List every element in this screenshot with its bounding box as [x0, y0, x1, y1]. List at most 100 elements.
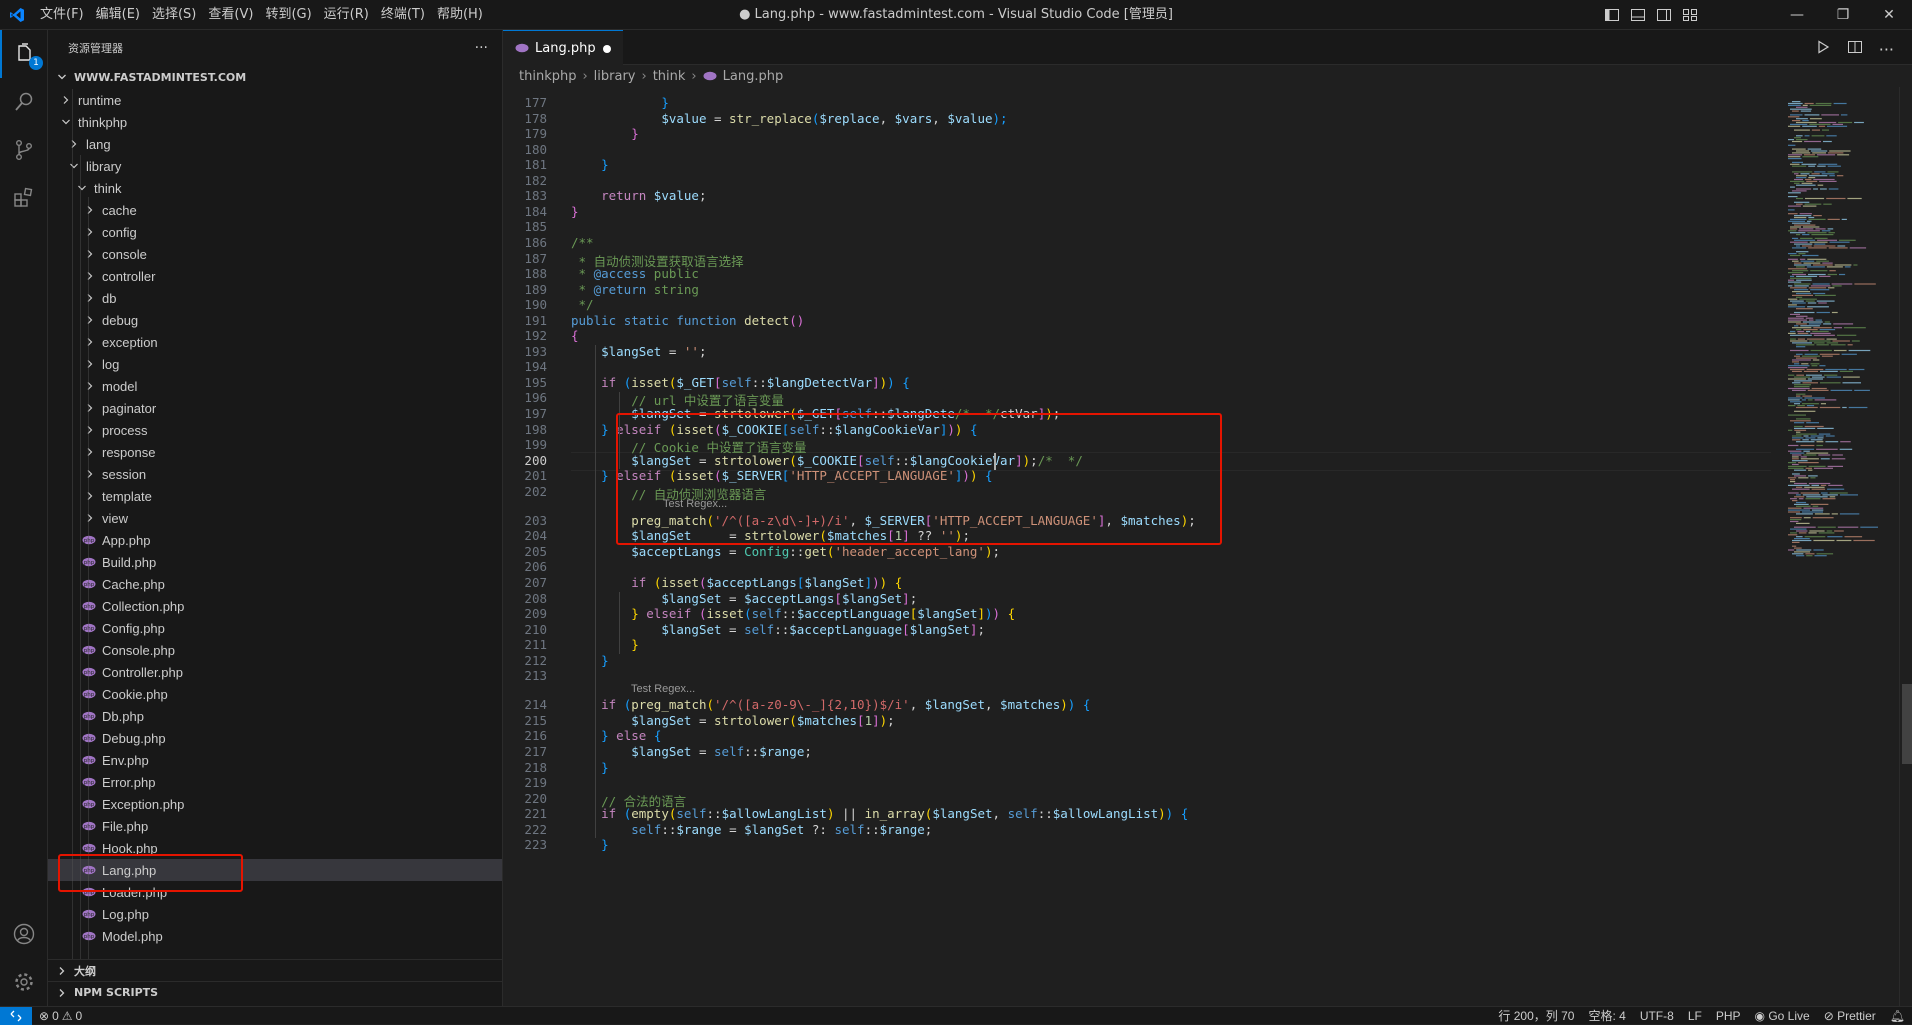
breadcrumb-item[interactable]: library [594, 69, 636, 84]
menu-item[interactable]: 文件(F) [34, 0, 90, 30]
tree-folder[interactable]: cache [48, 199, 502, 221]
go-live-button[interactable]: ◉ Go Live [1748, 1009, 1817, 1023]
menu-item[interactable]: 终端(T) [375, 0, 431, 30]
code-token: return [601, 188, 647, 204]
code-editor[interactable]: 177 } 178 $value = str_replace($replace, … [503, 87, 1773, 1007]
menu-item[interactable]: 帮助(H) [431, 0, 489, 30]
cursor-position[interactable]: 行 200，列 70 [1491, 1007, 1581, 1024]
tree-file[interactable]: php Log.php [48, 903, 502, 925]
scrollbar-thumb[interactable] [1902, 684, 1912, 764]
tree-folder[interactable]: controller [48, 265, 502, 287]
breadcrumb-item[interactable]: thinkphp [519, 69, 576, 84]
minimap[interactable] [1783, 87, 1893, 1007]
code-token: ) [1158, 806, 1166, 822]
tree-folder[interactable]: model [48, 375, 502, 397]
code-lens-test-regex[interactable]: Test Regex... [631, 683, 695, 695]
more-actions-icon[interactable]: ··· [475, 40, 488, 56]
line-number: 207 [524, 575, 547, 590]
tab-lang-php[interactable]: Lang.php [503, 30, 623, 65]
tree-folder[interactable]: db [48, 287, 502, 309]
encoding[interactable]: UTF-8 [1633, 1009, 1681, 1023]
tree-folder[interactable]: session [48, 463, 502, 485]
tree-file[interactable]: php App.php [48, 529, 502, 551]
indent-guide [88, 197, 89, 959]
run-icon[interactable] [1815, 39, 1831, 59]
tree-file[interactable]: php Config.php [48, 617, 502, 639]
vertical-scrollbar[interactable] [1899, 87, 1912, 1007]
tree-file[interactable]: php Controller.php [48, 661, 502, 683]
tree-folder[interactable]: exception [48, 331, 502, 353]
problems-indicator[interactable]: ⊗ 0 ⚠ 0 [32, 1009, 89, 1023]
tree-folder[interactable]: runtime [48, 89, 502, 111]
unsaved-dot-icon[interactable] [603, 45, 611, 53]
close-icon[interactable]: ✕ [1866, 0, 1912, 30]
extensions-icon[interactable] [0, 174, 48, 222]
tree-folder[interactable]: thinkphp [48, 111, 502, 133]
toggle-secondary-sidebar-icon[interactable] [1656, 7, 1672, 27]
split-editor-icon[interactable] [1847, 39, 1863, 59]
tree-file[interactable]: php Debug.php [48, 727, 502, 749]
workspace-root[interactable]: WWW.FASTADMINTEST.COM [48, 66, 502, 88]
explorer-files-icon[interactable]: 1 [0, 30, 48, 78]
menu-item[interactable]: 选择(S) [146, 0, 202, 30]
tree-folder[interactable]: template [48, 485, 502, 507]
tree-folder[interactable]: config [48, 221, 502, 243]
source-control-icon[interactable] [0, 126, 48, 174]
indentation[interactable]: 空格: 4 [1581, 1007, 1632, 1024]
prettier-button[interactable]: ⊘ Prettier [1817, 1009, 1883, 1023]
tree-file[interactable]: php Collection.php [48, 595, 502, 617]
tree-folder[interactable]: paginator [48, 397, 502, 419]
tree-folder[interactable]: console [48, 243, 502, 265]
menu-item[interactable]: 运行(R) [318, 0, 375, 30]
npm-scripts-section[interactable]: NPM SCRIPTS [48, 981, 502, 1003]
toggle-panel-icon[interactable] [1630, 7, 1646, 27]
broadcast-icon: ◉ [1754, 1008, 1769, 1023]
outline-section[interactable]: 大纲 [48, 959, 502, 981]
notifications-bell-icon[interactable]: 🔔︎ [1883, 1009, 1912, 1023]
tree-file[interactable]: php Cache.php [48, 573, 502, 595]
tree-file[interactable]: php File.php [48, 815, 502, 837]
tree-file[interactable]: php Exception.php [48, 793, 502, 815]
code-line: if (empty(self::$allowLangList) || in_ar… [571, 806, 1188, 821]
tree-folder[interactable]: process [48, 419, 502, 441]
language-mode[interactable]: PHP [1709, 1009, 1748, 1023]
tree-file[interactable]: php Model.php [48, 925, 502, 947]
manage-gear-icon[interactable] [0, 958, 48, 1006]
tree-file[interactable]: php Env.php [48, 749, 502, 771]
tree-file[interactable]: php Error.php [48, 771, 502, 793]
tree-file[interactable]: php Console.php [48, 639, 502, 661]
code-token: ; [909, 590, 918, 606]
tree-folder[interactable]: response [48, 441, 502, 463]
code-token: $vars [894, 110, 933, 126]
tree-folder[interactable]: think [48, 177, 502, 199]
restore-icon[interactable]: ❐ [1820, 0, 1866, 30]
breadcrumb-item[interactable]: think [653, 69, 686, 84]
remote-indicator-icon[interactable] [0, 1006, 32, 1025]
menu-item[interactable]: 转到(G) [259, 0, 317, 30]
menu-item[interactable]: 查看(V) [202, 0, 259, 30]
account-icon[interactable] [0, 910, 48, 958]
customize-layout-icon[interactable] [1682, 7, 1698, 27]
end-of-line[interactable]: LF [1681, 1009, 1709, 1023]
code-token: ) [872, 575, 880, 590]
code-token: isset [706, 606, 745, 622]
tree-folder[interactable]: library [48, 155, 502, 177]
tree-file[interactable]: php Db.php [48, 705, 502, 727]
tree-folder[interactable]: log [48, 353, 502, 375]
search-icon[interactable] [0, 78, 48, 126]
breadcrumb-item[interactable]: Lang.php [723, 69, 784, 84]
tree-file[interactable]: php Cookie.php [48, 683, 502, 705]
more-actions-icon[interactable]: ··· [1879, 40, 1894, 59]
tree-file[interactable]: php Build.php [48, 551, 502, 573]
tree-folder[interactable]: lang [48, 133, 502, 155]
menu-item[interactable]: 编辑(E) [90, 0, 146, 30]
minimize-icon[interactable]: — [1774, 0, 1820, 30]
tree-folder[interactable]: view [48, 507, 502, 529]
toggle-primary-sidebar-icon[interactable] [1604, 7, 1620, 27]
tree-folder[interactable]: debug [48, 309, 502, 331]
